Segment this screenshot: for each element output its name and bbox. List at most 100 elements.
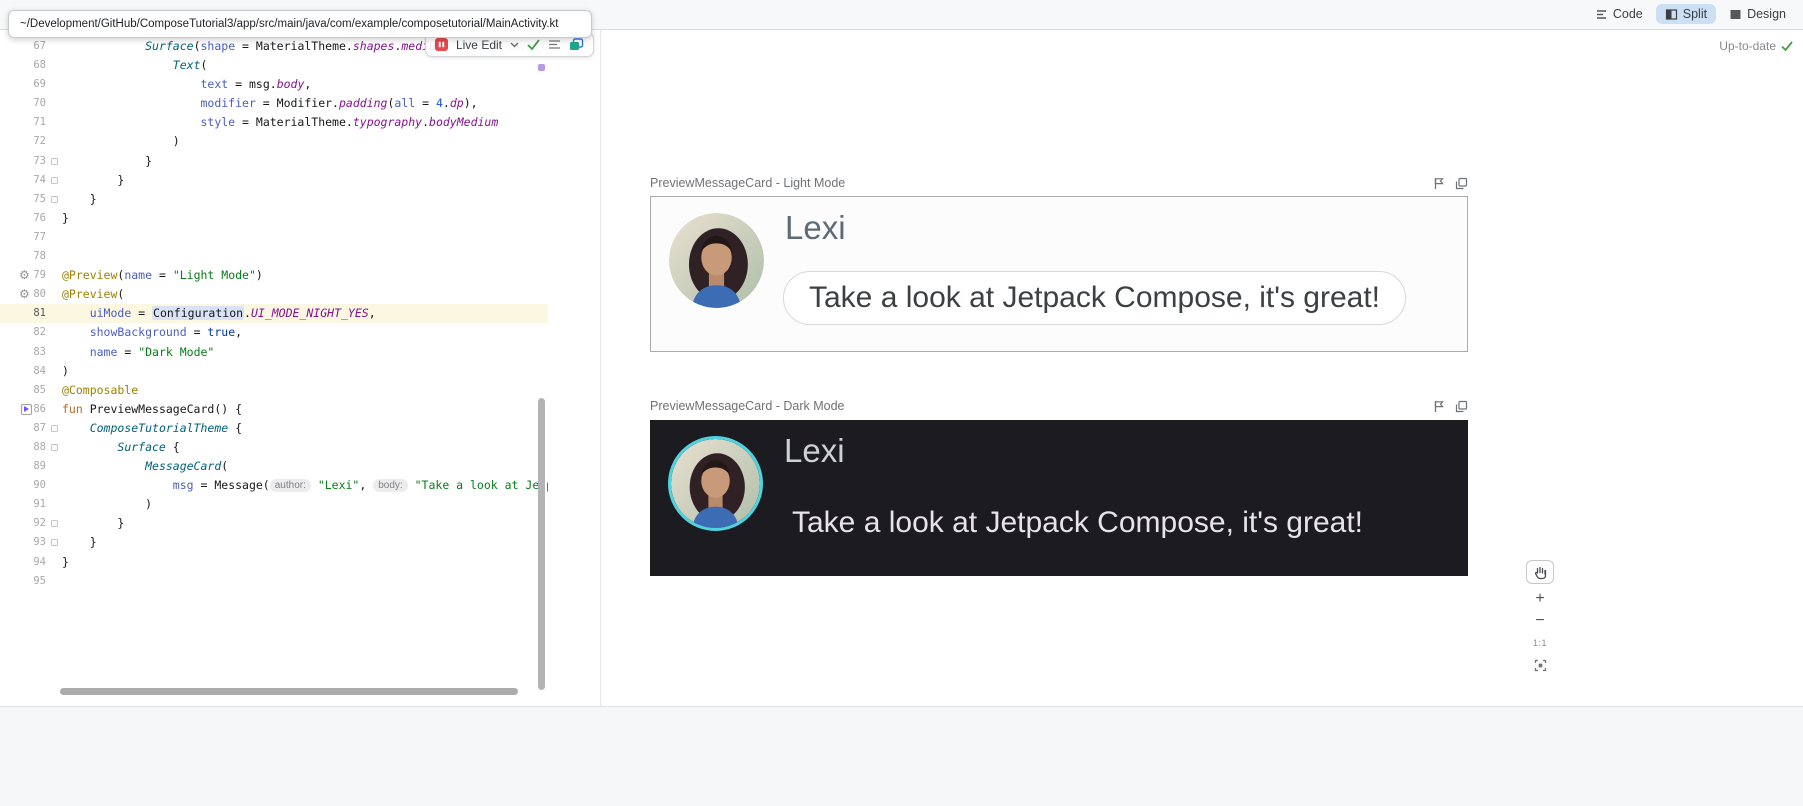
- horizontal-scrollbar[interactable]: [60, 688, 518, 695]
- line-number[interactable]: 83: [33, 343, 46, 362]
- fold-marker[interactable]: [51, 177, 58, 184]
- layers-icon[interactable]: [569, 38, 584, 51]
- code-line[interactable]: 75 }: [0, 190, 548, 209]
- live-edit-label[interactable]: Live Edit: [456, 38, 502, 52]
- code-line[interactable]: 95: [0, 572, 548, 591]
- line-number[interactable]: 85: [33, 381, 46, 400]
- zoom-actual-size-button[interactable]: 1:1: [1526, 632, 1554, 654]
- code-line[interactable]: 87 ComposeTutorialTheme {: [0, 419, 548, 438]
- mode-design-button[interactable]: Design: [1720, 4, 1795, 24]
- line-number[interactable]: 82: [33, 323, 46, 342]
- line-number[interactable]: 78: [33, 247, 46, 266]
- zoom-to-fit-button[interactable]: [1526, 654, 1554, 676]
- code-icon: [1595, 8, 1608, 21]
- line-number[interactable]: 74: [33, 171, 46, 190]
- line-number[interactable]: 87: [33, 419, 46, 438]
- analysis-stripe-mark[interactable]: [538, 64, 545, 71]
- code-token: =: [256, 96, 277, 110]
- line-number[interactable]: 91: [33, 495, 46, 514]
- fold-marker[interactable]: [51, 425, 58, 432]
- line-number[interactable]: 88: [33, 438, 46, 457]
- zoom-out-button[interactable]: −: [1526, 610, 1554, 632]
- code-line[interactable]: 81 uiMode = Configuration.UI_MODE_NIGHT_…: [0, 304, 548, 323]
- code-token: .: [443, 96, 450, 110]
- code-line[interactable]: 69 text = msg.body,: [0, 75, 548, 94]
- message-body: Take a look at Jetpack Compose, it's gre…: [792, 506, 1363, 540]
- code-token: (: [200, 58, 207, 72]
- line-number[interactable]: 93: [33, 533, 46, 552]
- preview-popout-icon[interactable]: [1455, 400, 1468, 413]
- line-number[interactable]: 71: [33, 113, 46, 132]
- fold-marker[interactable]: [51, 196, 58, 203]
- line-number[interactable]: 77: [33, 228, 46, 247]
- fold-marker[interactable]: [51, 520, 58, 527]
- line-number[interactable]: 84: [33, 362, 46, 381]
- line-number[interactable]: 94: [33, 553, 46, 572]
- code-line[interactable]: 68 Text(: [0, 56, 548, 75]
- line-number[interactable]: 86: [33, 400, 46, 419]
- code-line[interactable]: 89 MessageCard(: [0, 457, 548, 476]
- code-line[interactable]: 93 }: [0, 533, 548, 552]
- code-line[interactable]: 94}: [0, 553, 548, 572]
- line-number[interactable]: 89: [33, 457, 46, 476]
- file-path-field[interactable]: ~/Development/GitHub/ComposeTutorial3/ap…: [8, 10, 592, 38]
- code-line[interactable]: 85@Composable: [0, 381, 548, 400]
- inspections-lines-icon[interactable]: [548, 39, 561, 50]
- code-line[interactable]: 82 showBackground = true,: [0, 323, 548, 342]
- fold-marker[interactable]: [51, 539, 58, 546]
- mode-code-button[interactable]: Code: [1586, 4, 1652, 24]
- line-number[interactable]: 69: [33, 75, 46, 94]
- code-line[interactable]: 77: [0, 228, 548, 247]
- code-line[interactable]: 86fun PreviewMessageCard() {: [0, 400, 548, 419]
- code-line[interactable]: 83 name = "Dark Mode": [0, 343, 548, 362]
- code-line[interactable]: ⚙79@Preview(name = "Light Mode"): [0, 266, 548, 285]
- line-number[interactable]: 70: [33, 94, 46, 113]
- line-number[interactable]: 72: [33, 132, 46, 151]
- code-line[interactable]: 78: [0, 247, 548, 266]
- line-number[interactable]: 92: [33, 514, 46, 533]
- line-number[interactable]: 67: [33, 37, 46, 56]
- code-line[interactable]: 71 style = MaterialTheme.typography.body…: [0, 113, 548, 132]
- checkmark-icon[interactable]: [527, 39, 540, 50]
- code-line[interactable]: 91 ): [0, 495, 548, 514]
- line-number[interactable]: 81: [33, 304, 46, 323]
- code-text: Surface {: [62, 438, 548, 457]
- line-number[interactable]: 68: [33, 56, 46, 75]
- code-line[interactable]: 70 modifier = Modifier.padding(all = 4.d…: [0, 94, 548, 113]
- code-line[interactable]: 88 Surface {: [0, 438, 548, 457]
- compose-preview-gutter-icon[interactable]: [21, 404, 32, 415]
- live-edit-status-icon[interactable]: [435, 38, 448, 51]
- preview-settings-gear-icon[interactable]: ⚙: [19, 268, 30, 283]
- line-number[interactable]: 75: [33, 190, 46, 209]
- line-number[interactable]: 79: [33, 266, 46, 285]
- preview-popout-icon[interactable]: [1455, 177, 1468, 190]
- code-token: .: [422, 115, 429, 129]
- code-line[interactable]: 92 }: [0, 514, 548, 533]
- fold-marker[interactable]: [51, 158, 58, 165]
- mode-split-button[interactable]: Split: [1656, 4, 1716, 24]
- vertical-scrollbar[interactable]: [538, 398, 545, 690]
- preview-flag-icon[interactable]: [1433, 177, 1445, 190]
- code-line[interactable]: 74 }: [0, 171, 548, 190]
- code-line[interactable]: 72 ): [0, 132, 548, 151]
- zoom-in-button[interactable]: +: [1526, 588, 1554, 610]
- line-number[interactable]: 76: [33, 209, 46, 228]
- line-number[interactable]: 73: [33, 152, 46, 171]
- message-body: Take a look at Jetpack Compose, it's gre…: [809, 281, 1380, 314]
- pan-tool-button[interactable]: [1526, 560, 1554, 584]
- code-line[interactable]: 76}: [0, 209, 548, 228]
- preview-flag-icon[interactable]: [1433, 400, 1445, 413]
- code-line[interactable]: ⚙80@Preview(: [0, 285, 548, 304]
- code-token: (: [221, 459, 228, 473]
- avatar: [669, 213, 764, 308]
- code-line[interactable]: 90 msg = Message(author: "Lexi", body: "…: [0, 476, 548, 495]
- chevron-down-icon[interactable]: [510, 42, 519, 48]
- preview-settings-gear-icon[interactable]: ⚙: [19, 287, 30, 302]
- code-line[interactable]: 84): [0, 362, 548, 381]
- line-number[interactable]: 95: [33, 572, 46, 591]
- code-line[interactable]: 73 }: [0, 152, 548, 171]
- line-number[interactable]: 80: [33, 285, 46, 304]
- code-editor-pane[interactable]: 67 Surface(shape = MaterialTheme.shapes.…: [0, 30, 600, 706]
- line-number[interactable]: 90: [33, 476, 46, 495]
- fold-marker[interactable]: [51, 444, 58, 451]
